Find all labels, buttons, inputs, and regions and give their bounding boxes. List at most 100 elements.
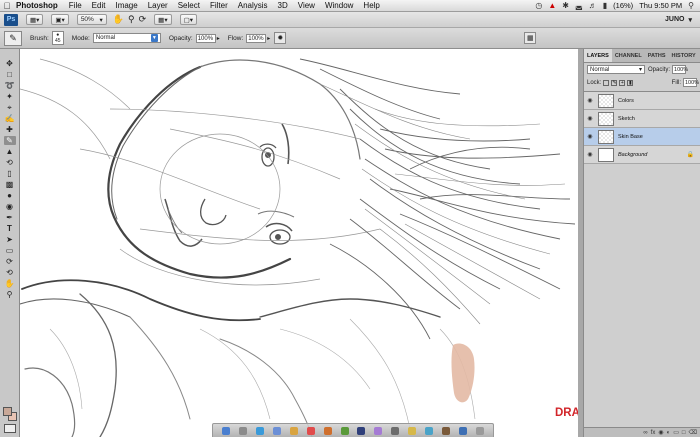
notes-icon[interactable] <box>408 426 417 435</box>
brush-panel-toggle-button[interactable]: ▦ <box>524 32 537 44</box>
eyedropper-tool-icon[interactable]: ✍ <box>4 114 16 123</box>
time-machine-icon[interactable]: ◷ <box>535 1 542 10</box>
volume-icon[interactable]: ♬ <box>589 1 597 10</box>
menu-filter[interactable]: Filter <box>205 1 233 10</box>
workspace-switcher[interactable]: JUNO ▾ <box>665 16 692 24</box>
tab-channels[interactable]: CHANNEL <box>612 49 645 62</box>
clock[interactable]: Thu 9:50 PM <box>639 1 682 10</box>
marquee-tool-icon[interactable]: □ <box>4 70 16 79</box>
contacts-icon[interactable] <box>289 426 298 435</box>
tab-paths[interactable]: PATHS <box>645 49 669 62</box>
safari-icon[interactable] <box>255 426 264 435</box>
tab-layers[interactable]: LAYERS <box>584 49 612 62</box>
flow-slider-icon[interactable]: ▸ <box>267 35 270 42</box>
lock-transparent-icon[interactable] <box>603 79 610 86</box>
layer-opacity-input[interactable]: 100% <box>672 65 688 74</box>
app-icon[interactable] <box>442 426 451 435</box>
menu-image[interactable]: Image <box>110 1 142 10</box>
lock-image-icon[interactable]: ✎ <box>611 79 618 86</box>
layer-style-icon[interactable]: fx <box>651 430 656 436</box>
document-canvas[interactable] <box>20 49 578 437</box>
clone-stamp-tool-icon[interactable]: ▲ <box>4 147 16 156</box>
lock-position-icon[interactable]: + <box>619 79 626 86</box>
healing-brush-tool-icon[interactable]: ✚ <box>4 125 16 134</box>
menu-help[interactable]: Help <box>358 1 384 10</box>
battery-icon[interactable]: ▮ <box>603 1 607 10</box>
bridge-button[interactable]: ▦▾ <box>26 14 44 25</box>
trash-icon[interactable] <box>476 426 484 435</box>
blur-tool-icon[interactable]: ● <box>4 191 16 200</box>
folder-icon[interactable] <box>459 426 468 435</box>
add-mask-icon[interactable]: ◉ <box>658 429 663 436</box>
arrange-documents-button[interactable]: ▦▾ <box>154 14 172 25</box>
eye-icon[interactable]: ◉ <box>584 97 596 104</box>
gradient-tool-icon[interactable]: ▩ <box>4 180 16 189</box>
history-brush-tool-icon[interactable]: ⟲ <box>4 158 16 167</box>
shape-tool-icon[interactable]: ▭ <box>4 246 16 255</box>
menu-3d[interactable]: 3D <box>273 1 293 10</box>
blend-mode-select[interactable]: Normal ▾ <box>587 65 645 74</box>
quick-selection-tool-icon[interactable]: ✦ <box>4 92 16 101</box>
zoom-tool-icon[interactable]: ⚲ <box>4 290 16 299</box>
fill-input[interactable]: 100% <box>683 78 699 87</box>
photoshop-dock-icon[interactable] <box>357 426 366 435</box>
bluetooth-icon[interactable]: ✱ <box>562 1 569 10</box>
lasso-tool-icon[interactable]: ➰ <box>4 81 16 90</box>
link-layers-icon[interactable]: ∞ <box>643 430 647 436</box>
dodge-tool-icon[interactable]: ◉ <box>4 202 16 211</box>
eye-icon[interactable]: ◉ <box>584 151 596 158</box>
system-preferences-icon[interactable] <box>238 426 247 435</box>
airbrush-toggle-button[interactable]: ✹ <box>274 32 287 44</box>
layer-row-colors[interactable]: ◉ Colors <box>584 92 700 110</box>
messages-icon[interactable] <box>340 426 349 435</box>
screen-mode-button[interactable]: ▢▾ <box>179 14 197 25</box>
layer-row-sketch[interactable]: ◉ Sketch <box>584 110 700 128</box>
zoom-level-select[interactable]: 50% ▾ <box>76 14 107 25</box>
terminal-icon[interactable] <box>391 426 400 435</box>
foreground-color-swatch[interactable] <box>3 407 12 416</box>
opacity-input[interactable]: 100% <box>195 33 216 43</box>
calendar-icon[interactable] <box>306 426 315 435</box>
menu-analysis[interactable]: Analysis <box>233 1 273 10</box>
layer-row-background[interactable]: ◉ Background 🔒 <box>584 146 700 164</box>
move-tool-icon[interactable]: ✥ <box>4 59 16 68</box>
path-selection-tool-icon[interactable]: ➤ <box>4 235 16 244</box>
rotate-view-icon[interactable]: ⟳ <box>139 14 147 25</box>
hand-tool-icon[interactable]: ✋ <box>113 14 124 25</box>
new-layer-icon[interactable]: □ <box>682 430 686 436</box>
itunes-icon[interactable] <box>374 426 383 435</box>
preview-icon[interactable] <box>425 426 434 435</box>
crop-tool-icon[interactable]: ⌖ <box>4 103 16 112</box>
menu-layer[interactable]: Layer <box>143 1 173 10</box>
tool-preset-picker[interactable]: ✎ <box>4 30 22 46</box>
mini-bridge-button[interactable]: ▣▾ <box>51 14 69 25</box>
brush-preset-picker[interactable]: ● 45 <box>51 31 64 45</box>
eye-icon[interactable]: ◉ <box>584 115 596 122</box>
mail-icon[interactable] <box>272 426 281 435</box>
opacity-slider-icon[interactable]: ▸ <box>217 35 220 42</box>
delete-layer-icon[interactable]: ⌫ <box>689 429 697 436</box>
brush-tool-icon[interactable]: ✎ <box>3 136 16 145</box>
adobe-icon[interactable]: ▲ <box>548 1 556 10</box>
menu-edit[interactable]: Edit <box>87 1 111 10</box>
mode-select[interactable]: Normal ▼ <box>92 33 161 43</box>
hand-tool-icon[interactable]: ✋ <box>4 279 16 288</box>
layer-row-skin-base[interactable]: ◉ Skin Base <box>584 128 700 146</box>
new-group-icon[interactable]: ▭ <box>673 429 679 436</box>
lock-all-icon[interactable]: ▮ <box>627 79 634 86</box>
menu-select[interactable]: Select <box>173 1 205 10</box>
firefox-icon[interactable] <box>323 426 332 435</box>
wifi-icon[interactable]: ◛ <box>575 1 583 10</box>
menu-window[interactable]: Window <box>320 1 358 10</box>
menu-file[interactable]: File <box>64 1 87 10</box>
eraser-tool-icon[interactable]: ▯ <box>4 169 16 178</box>
zoom-tool-icon[interactable]: ⚲ <box>128 14 135 25</box>
spotlight-search-icon[interactable]: ⚲ <box>688 1 694 10</box>
quick-mask-button[interactable] <box>4 424 16 433</box>
menu-view[interactable]: View <box>293 1 320 10</box>
pen-tool-icon[interactable]: ✒ <box>4 213 16 222</box>
tab-history[interactable]: HISTORY <box>669 49 699 62</box>
finder-icon[interactable] <box>221 426 230 435</box>
apple-menu-icon[interactable]:  <box>0 1 14 11</box>
adjustment-layer-icon[interactable]: ◐ <box>667 430 671 436</box>
